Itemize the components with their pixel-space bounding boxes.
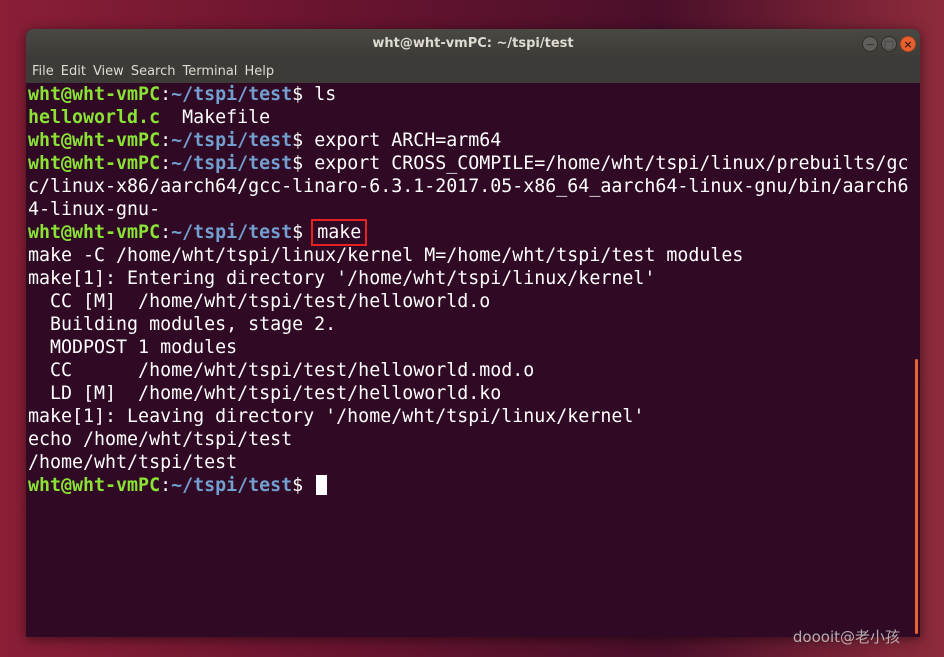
terminal-line: wht@wht-vmPC:~/tspi/test$ make: [28, 219, 920, 246]
menu-help[interactable]: Help: [244, 64, 280, 79]
prompt-user: wht@wht-vmPC: [28, 475, 161, 496]
menu-bar: File Edit View Search Terminal Help: [26, 59, 920, 83]
prompt-path: ~/tspi/test: [171, 222, 293, 243]
terminal-window: wht@wht-vmPC: ~/tspi/test − □ × File Edi…: [26, 29, 920, 637]
output-line: CC /home/wht/tspi/test/helloworld.mod.o: [28, 360, 535, 381]
output-line: make -C /home/wht/tspi/linux/kernel M=/h…: [28, 245, 744, 266]
prompt-path: ~/tspi/test: [171, 84, 293, 105]
output-line: LD [M] /home/wht/tspi/test/helloworld.ko: [28, 383, 502, 404]
prompt-colon: :: [160, 130, 172, 151]
prompt-symbol: $: [292, 153, 315, 174]
command-text: ls: [314, 84, 337, 105]
menu-file[interactable]: File: [32, 64, 60, 79]
prompt-symbol: $: [292, 475, 315, 496]
prompt-user: wht@wht-vmPC: [28, 84, 161, 105]
command-text: export ARCH=arm64: [314, 130, 502, 151]
menu-edit[interactable]: Edit: [61, 64, 92, 79]
prompt-colon: :: [160, 153, 172, 174]
prompt-colon: :: [160, 84, 172, 105]
close-button[interactable]: ×: [900, 36, 916, 52]
terminal-line: wht@wht-vmPC:~/tspi/test$ export CROSS_C…: [28, 152, 920, 175]
prompt-user: wht@wht-vmPC: [28, 222, 161, 243]
terminal-line: wht@wht-vmPC:~/tspi/test$: [28, 474, 920, 497]
output-line: MODPOST 1 modules: [28, 337, 238, 358]
output-line: make[1]: Leaving directory '/home/wht/ts…: [28, 406, 645, 427]
output-line: /home/wht/tspi/test: [28, 452, 238, 473]
minimize-button[interactable]: −: [862, 36, 878, 52]
terminal-output[interactable]: wht@wht-vmPC:~/tspi/test$ ls helloworld.…: [26, 83, 920, 637]
prompt-user: wht@wht-vmPC: [28, 153, 161, 174]
menu-terminal[interactable]: Terminal: [182, 64, 243, 79]
prompt-user: wht@wht-vmPC: [28, 130, 161, 151]
prompt-symbol: $: [292, 130, 315, 151]
terminal-line: helloworld.c Makefile: [28, 106, 920, 129]
output-line: make[1]: Entering directory '/home/wht/t…: [28, 268, 656, 289]
command-text: export CROSS_COMPILE=/home/wht/tspi/linu…: [314, 153, 909, 174]
maximize-button[interactable]: □: [881, 36, 897, 52]
highlighted-make-command: make: [311, 219, 368, 246]
terminal-line: wht@wht-vmPC:~/tspi/test$ ls: [28, 83, 920, 106]
ls-entry: Makefile: [182, 107, 271, 128]
terminal-line: wht@wht-vmPC:~/tspi/test$ export ARCH=ar…: [28, 129, 920, 152]
menu-view[interactable]: View: [93, 64, 130, 79]
prompt-symbol: $: [292, 84, 315, 105]
output-line: Building modules, stage 2.: [28, 314, 337, 335]
ls-separator: [160, 107, 182, 128]
title-bar[interactable]: wht@wht-vmPC: ~/tspi/test − □ ×: [26, 29, 920, 59]
prompt-symbol: $: [292, 222, 315, 243]
window-title: wht@wht-vmPC: ~/tspi/test: [372, 36, 574, 51]
scrollbar[interactable]: [915, 359, 918, 634]
output-line: CC [M] /home/wht/tspi/test/helloworld.o: [28, 291, 491, 312]
terminal-line: 4-linux-gnu-: [28, 199, 161, 220]
output-line: echo /home/wht/tspi/test: [28, 429, 293, 450]
prompt-path: ~/tspi/test: [171, 130, 293, 151]
prompt-path: ~/tspi/test: [171, 153, 293, 174]
prompt-path: ~/tspi/test: [171, 475, 293, 496]
prompt-colon: :: [160, 475, 172, 496]
watermark-text: doooit@老小孩: [792, 628, 900, 646]
terminal-line: c/linux-x86/aarch64/gcc-linaro-6.3.1-201…: [28, 176, 909, 197]
menu-search[interactable]: Search: [131, 64, 182, 79]
ls-entry: helloworld.c: [28, 107, 161, 128]
prompt-colon: :: [160, 222, 172, 243]
text-cursor: [316, 475, 328, 495]
